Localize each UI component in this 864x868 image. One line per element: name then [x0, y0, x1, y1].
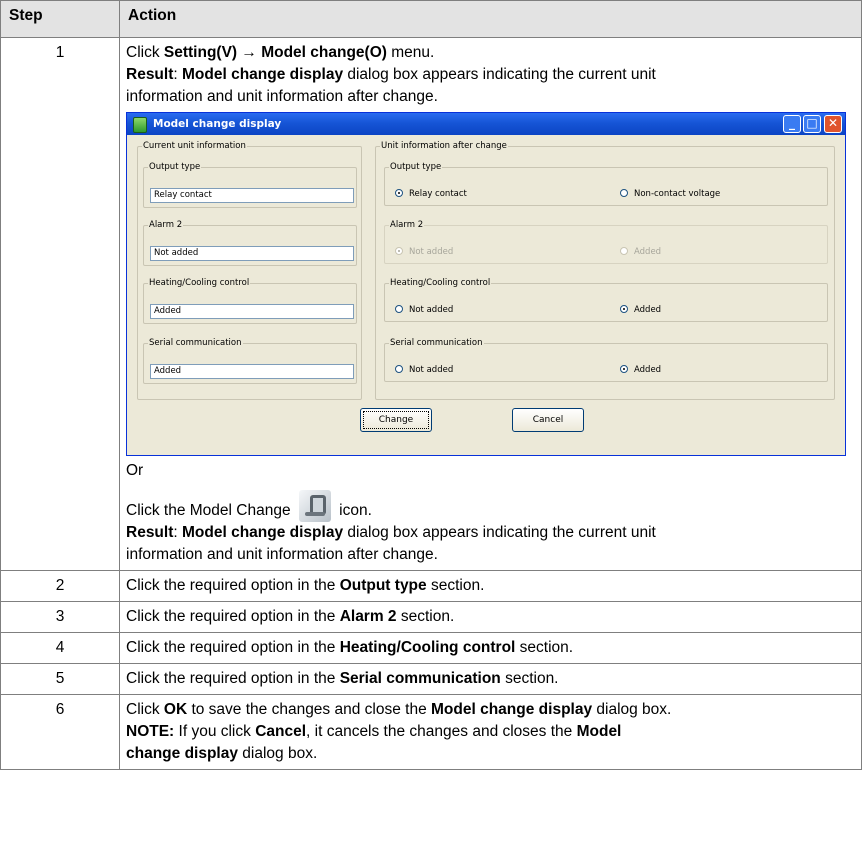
result-line-2-cont: information and unit information after c…: [126, 546, 438, 563]
step-number: 6: [0, 694, 120, 770]
radio-alarm2-added: Added: [620, 247, 661, 258]
after-change-group: Unit information after change Output typ…: [375, 141, 835, 400]
table-row: 2 Click the required option in the Outpu…: [0, 570, 862, 602]
model-change-dialog: Model change display _ □ ✕ Current unit …: [126, 112, 846, 456]
step-action: Click OK to save the changes and close t…: [119, 694, 862, 770]
table-row: 3 Click the required option in the Alarm…: [0, 601, 862, 633]
table-row: 4 Click the required option in the Heati…: [0, 632, 862, 664]
current-heating-field: Added: [150, 304, 354, 319]
radio-unselected-icon: [395, 305, 403, 313]
table-row: 1 Click Setting(V) → Model change(O) men…: [0, 37, 862, 571]
current-alarm2-field: Not added: [150, 246, 354, 261]
radio-serial-added[interactable]: Added: [620, 365, 661, 376]
step-action: Click Setting(V) → Model change(O) menu.…: [119, 37, 862, 571]
step-action: Click the required option in the Alarm 2…: [119, 601, 862, 633]
result-line-cont: information and unit information after c…: [126, 88, 438, 105]
model-change-icon: [298, 490, 331, 522]
radio-heating-not-added[interactable]: Not added: [395, 305, 453, 316]
step-number: 2: [0, 570, 120, 602]
note-line: NOTE: If you click Cancel, it cancels th…: [126, 723, 622, 740]
app-icon: [133, 117, 147, 133]
icon-instruction-line: Click the Model Change icon.: [126, 490, 855, 522]
after-output-type-group: Output type Relay contact Non-contact vo…: [384, 162, 828, 206]
current-output-type-field: Relay contact: [150, 188, 354, 203]
radio-selected-icon: [620, 365, 628, 373]
after-heating-group: Heating/Cooling control Not added Added: [384, 278, 828, 322]
radio-serial-not-added[interactable]: Not added: [395, 365, 453, 376]
step-number: 4: [0, 632, 120, 664]
current-serial-group: Serial communication Added: [143, 338, 357, 384]
procedure-table: Step Action 1 Click Setting(V) → Model c…: [0, 0, 862, 770]
radio-selected-icon: [620, 305, 628, 313]
step-action: Click the required option in the Heating…: [119, 632, 862, 664]
current-unit-group: Current unit information Output type Rel…: [137, 141, 362, 400]
table-row: 5 Click the required option in the Seria…: [0, 663, 862, 695]
minimize-button[interactable]: _: [783, 115, 801, 133]
or-text: Or: [126, 462, 144, 479]
after-alarm2-group: Alarm 2 Not added Added: [384, 220, 828, 264]
close-button[interactable]: ✕: [824, 115, 842, 133]
change-button[interactable]: Change: [360, 408, 432, 432]
cancel-button[interactable]: Cancel: [512, 408, 584, 432]
dialog-title-bar[interactable]: Model change display _ □ ✕: [127, 113, 845, 135]
dialog-title: Model change display: [153, 118, 282, 130]
current-alarm2-group: Alarm 2 Not added: [143, 220, 357, 266]
step-action: Click the required option in the Output …: [119, 570, 862, 602]
step-action: Click the required option in the Serial …: [119, 663, 862, 695]
current-serial-field: Added: [150, 364, 354, 379]
radio-unselected-icon: [620, 247, 628, 255]
step-number: 5: [0, 663, 120, 695]
radio-heating-added[interactable]: Added: [620, 305, 661, 316]
step-number: 3: [0, 601, 120, 633]
header-step: Step: [0, 0, 120, 38]
after-serial-group: Serial communication Not added Added: [384, 338, 828, 382]
instruction-line: Click OK to save the changes and close t…: [126, 701, 672, 718]
maximize-button[interactable]: □: [803, 115, 821, 133]
header-action: Action: [119, 0, 862, 38]
radio-selected-icon: [395, 189, 403, 197]
instruction-line: Click Setting(V) → Model change(O) menu.: [126, 44, 435, 61]
current-heating-group: Heating/Cooling control Added: [143, 278, 357, 324]
result-line-2: Result: Model change display dialog box …: [126, 524, 656, 541]
result-line: Result: Model change display dialog box …: [126, 66, 656, 83]
radio-unselected-icon: [620, 189, 628, 197]
radio-relay-contact[interactable]: Relay contact: [395, 189, 467, 200]
current-output-type-group: Output type Relay contact: [143, 162, 357, 208]
radio-unselected-icon: [395, 365, 403, 373]
step-number: 1: [0, 37, 120, 571]
header-row: Step Action: [0, 0, 862, 38]
table-row: 6 Click OK to save the changes and close…: [0, 694, 862, 770]
radio-selected-icon: [395, 247, 403, 255]
note-line-cont: change display dialog box.: [126, 745, 318, 762]
radio-non-contact-voltage[interactable]: Non-contact voltage: [620, 189, 720, 200]
radio-alarm2-not-added: Not added: [395, 247, 453, 258]
